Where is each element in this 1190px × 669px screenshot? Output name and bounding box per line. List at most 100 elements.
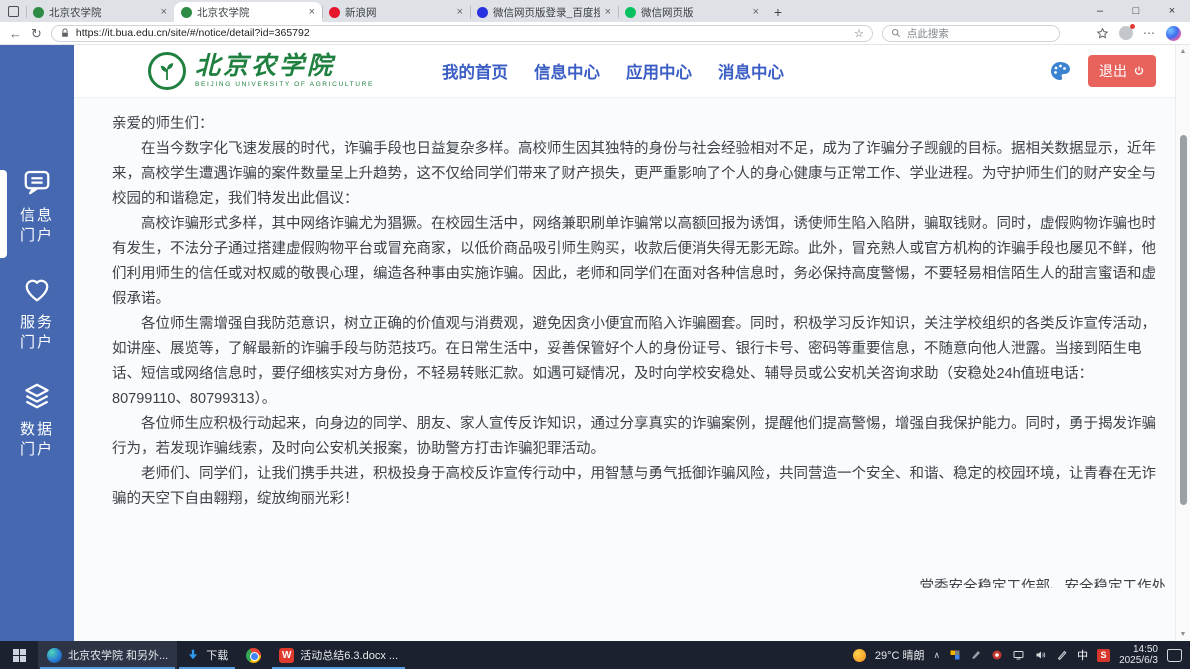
new-tab-button[interactable]: + (766, 2, 790, 22)
tray-s-icon[interactable]: S (1097, 649, 1110, 662)
windows-logo-icon (13, 649, 26, 662)
tray-security-icon[interactable] (991, 649, 1003, 661)
browser-tab-4[interactable]: 微信网页版登录_百度搜索 × (470, 2, 618, 22)
active-item-indicator (0, 170, 7, 258)
tab-close-icon[interactable]: × (753, 7, 759, 18)
scroll-up-icon[interactable]: ▲ (1176, 48, 1190, 55)
taskbar-wps-document[interactable]: W 活动总结6.3.docx ... (270, 641, 407, 669)
tab-actions-button[interactable] (0, 0, 26, 22)
taskbar-item-label: 下载 (206, 647, 228, 663)
tab-title: 微信网页版 (641, 5, 748, 20)
browser-tab-2-active[interactable]: 北京农学院 × (174, 2, 322, 22)
sprout-icon (155, 59, 179, 83)
sidebar-item-label: 数据门户 (19, 420, 55, 460)
toolbar-search[interactable]: 点此搜索 (882, 25, 1060, 42)
speaker-icon[interactable] (1034, 649, 1047, 661)
tab-close-icon[interactable]: × (309, 7, 315, 18)
wps-icon: W (279, 648, 294, 663)
taskbar-downloads-window[interactable]: 下载 (177, 641, 237, 669)
nav-message-center[interactable]: 消息中心 (718, 59, 784, 83)
browser-tab-strip: 北京农学院 × 北京农学院 × 新浪网 × 微信网页版登录_百度搜索 × 微信网… (0, 0, 1190, 22)
tab-actions-icon (8, 6, 19, 17)
sidebar-item-info-portal[interactable]: 信息门户 (19, 167, 55, 246)
portal-sidebar: 信息门户 服务门户 数据门户 (0, 45, 74, 641)
logout-button[interactable]: 退出 (1088, 55, 1156, 87)
maximize-button[interactable]: □ (1118, 0, 1154, 22)
sina-favicon (329, 7, 340, 18)
ime-indicator[interactable]: 中 (1077, 647, 1088, 663)
tab-title: 新浪网 (345, 5, 452, 20)
network-icon[interactable] (1012, 649, 1025, 661)
download-arrow-icon (186, 648, 200, 662)
url-text: https://it.bua.edu.cn/site/#/notice/deta… (76, 27, 848, 39)
nav-app-center[interactable]: 应用中心 (626, 59, 692, 83)
wechat-favicon (625, 7, 636, 18)
notice-salutation: 亲爱的师生们： (112, 112, 1166, 137)
notice-paragraph: 各位师生应积极行动起来，向身边的同学、朋友、家人宣传反诈知识，通过分享真实的诈骗… (112, 412, 1166, 462)
nav-my-home[interactable]: 我的首页 (442, 59, 508, 83)
taskbar-chrome[interactable] (237, 641, 270, 669)
portal-page: 信息门户 服务门户 数据门户 北京农学院 BEIJING UNIVERSITY … (0, 45, 1190, 641)
taskbar: 北京农学院 和另外... 下载 W 活动总结6.3.docx ... 29°C … (0, 641, 1190, 669)
favorites-icon[interactable] (1096, 27, 1109, 40)
scrollbar-thumb[interactable] (1180, 135, 1187, 505)
search-icon (891, 28, 901, 38)
heart-icon (22, 274, 52, 304)
refresh-button[interactable]: ↻ (31, 27, 42, 40)
portal-nav: 我的首页 信息中心 应用中心 消息中心 (442, 59, 784, 83)
notice-signatures: 党委安全稳定工作部、安全稳定工作处 党委学生工作部、党委武装部、学生处 共青团北… (112, 575, 1166, 588)
browser-toolbar: ← ↻ https://it.bua.edu.cn/site/#/notice/… (0, 22, 1190, 45)
minimize-button[interactable]: – (1082, 0, 1118, 22)
browser-tab-3[interactable]: 新浪网 × (322, 2, 470, 22)
menu-icon[interactable]: ⋯ (1143, 26, 1156, 40)
address-bar[interactable]: https://it.bua.edu.cn/site/#/notice/deta… (51, 25, 873, 42)
browser-tab-1[interactable]: 北京农学院 × (26, 2, 174, 22)
theme-palette-icon[interactable] (1048, 59, 1072, 83)
clock-date: 2025/6/3 (1119, 655, 1158, 667)
taskbar-clock[interactable]: 14:50 2025/6/3 (1119, 644, 1158, 667)
tab-close-icon[interactable]: × (457, 7, 463, 18)
notice-paragraph: 高校诈骗形式多样，其中网络诈骗尤为猖獗。在校园生活中，网络兼职刷单诈骗常以高额回… (112, 212, 1166, 312)
bua-favicon (181, 7, 192, 18)
search-placeholder: 点此搜索 (907, 26, 949, 41)
tray-app-icon[interactable] (949, 649, 961, 661)
close-button[interactable]: × (1154, 0, 1190, 22)
sidebar-item-label: 服务门户 (19, 313, 55, 353)
tab-title: 微信网页版登录_百度搜索 (493, 5, 600, 20)
tab-title: 北京农学院 (197, 5, 304, 20)
tab-close-icon[interactable]: × (161, 7, 167, 18)
hidden-icons-chevron[interactable]: ∧ (933, 650, 940, 661)
sidebar-item-service-portal[interactable]: 服务门户 (19, 274, 55, 353)
page-scrollbar[interactable]: ▲ ▼ (1175, 45, 1190, 641)
bookmark-star-icon[interactable]: ☆ (854, 27, 864, 40)
copilot-icon[interactable] (1166, 26, 1181, 41)
notification-center-icon[interactable] (1167, 649, 1182, 662)
scroll-down-icon[interactable]: ▼ (1176, 631, 1190, 638)
tab-title: 北京农学院 (49, 5, 156, 20)
taskbar-item-label: 活动总结6.3.docx ... (300, 647, 398, 663)
bua-favicon (33, 7, 44, 18)
back-button[interactable]: ← (9, 27, 22, 40)
portal-main: 北京农学院 BEIJING UNIVERSITY OF AGRICULTURE … (74, 45, 1190, 641)
start-button[interactable] (0, 641, 38, 669)
browser-tab-5[interactable]: 微信网页版 × (618, 2, 766, 22)
lock-icon (60, 28, 70, 38)
edge-icon (47, 648, 62, 663)
weather-icon[interactable] (853, 649, 866, 662)
taskbar-edge-window[interactable]: 北京农学院 和另外... (38, 641, 177, 669)
baidu-favicon (477, 7, 488, 18)
clock-time: 14:50 (1119, 644, 1158, 656)
tab-close-icon[interactable]: × (605, 7, 611, 18)
chat-bubble-icon (22, 167, 52, 197)
profile-avatar[interactable] (1119, 26, 1133, 40)
pen-icon[interactable] (1056, 649, 1068, 661)
notice-paragraph: 在当今数字化飞速发展的时代，诈骗手段也日益复杂多样。高校师生因其独特的身份与社会… (112, 137, 1166, 212)
tray-brush-icon[interactable] (970, 649, 982, 661)
window-controls: – □ × (1082, 0, 1190, 22)
notice-paragraph: 各位师生需增强自我防范意识，树立正确的价值观与消费观，避免因贪小便宜而陷入诈骗圈… (112, 312, 1166, 412)
notice-paragraph: 老师们、同学们，让我们携手共进，积极投身于高校反诈宣传行动中，用智慧与勇气抵御诈… (112, 462, 1166, 512)
nav-info-center[interactable]: 信息中心 (534, 59, 600, 83)
sidebar-item-data-portal[interactable]: 数据门户 (19, 381, 55, 460)
toolbar-icons: ⋯ (1096, 26, 1181, 41)
weather-text[interactable]: 29°C 晴朗 (875, 647, 925, 663)
